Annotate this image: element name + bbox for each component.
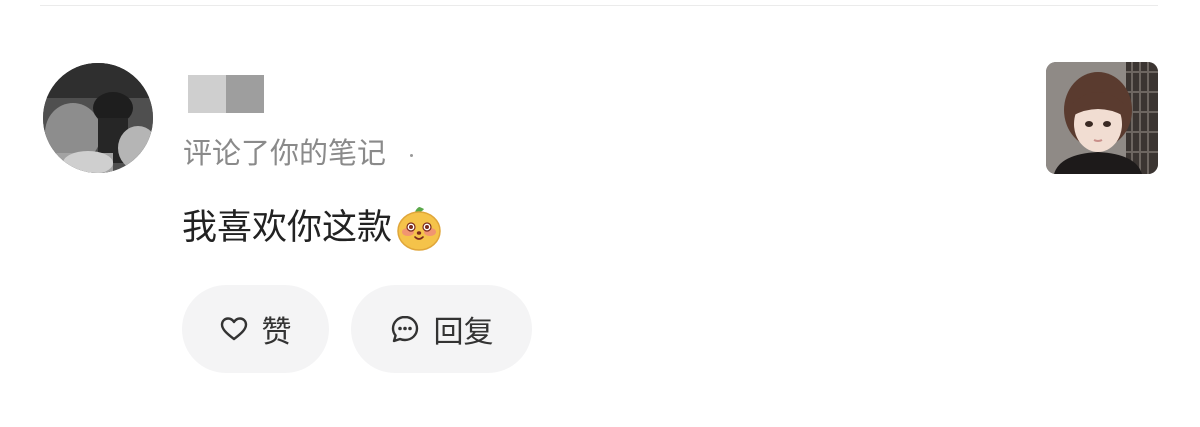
comment-text: 我喜欢你这款 [182,208,393,248]
action-text: 评论了你的笔记 [183,136,387,170]
note-cover-photo [1046,62,1158,174]
commenter-avatar[interactable] [43,63,153,173]
username-redacted[interactable] [188,75,264,113]
reply-button[interactable]: 回复 [351,285,532,373]
comment-content: 我喜欢你这款 [182,202,444,254]
separator-dot [410,153,414,157]
note-thumbnail[interactable] [1046,62,1158,174]
like-button[interactable]: 赞 [182,285,329,373]
like-label: 赞 [261,315,292,350]
chat-bubble-icon [390,314,420,344]
orange-face-emoji-icon [397,207,441,251]
avatar-photo [43,63,153,173]
heart-outline-icon [220,316,248,342]
reply-label: 回复 [433,315,494,350]
top-divider [40,5,1158,6]
redaction-block [188,75,226,113]
notification-action: 评论了你的笔记 [183,133,414,173]
redaction-block [226,75,264,113]
